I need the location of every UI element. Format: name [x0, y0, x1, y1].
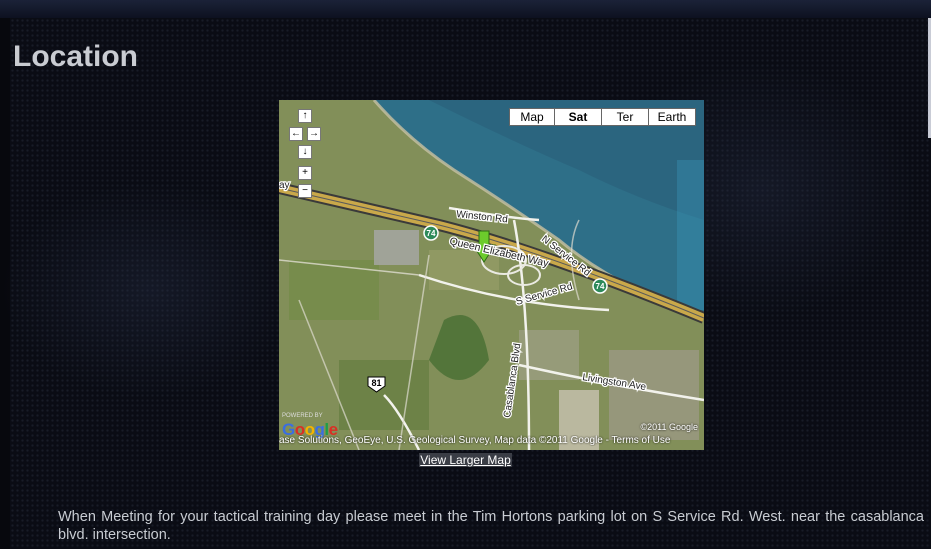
top-banner [0, 0, 931, 18]
pan-up-button[interactable]: ↑ [298, 109, 312, 123]
pan-down-button[interactable]: ↓ [298, 145, 312, 159]
meeting-instructions: When Meeting for your tactical training … [58, 509, 924, 543]
satellite-imagery: Winston Rd Queen Elizabeth Way N Service… [279, 100, 704, 450]
map-copyright: ©2011 Google [640, 422, 698, 432]
embedded-map[interactable]: Winston Rd Queen Elizabeth Way N Service… [279, 100, 704, 450]
background-glow [0, 180, 300, 400]
map-type-ter-button[interactable]: Ter [601, 108, 649, 126]
highway-shield-81: 81 [371, 378, 381, 388]
road-label-edge: ay [279, 180, 290, 191]
pan-left-button[interactable]: ← [289, 127, 303, 141]
view-larger-map-container: View Larger Map [0, 451, 931, 469]
zoom-in-button[interactable]: + [298, 166, 312, 180]
view-larger-map-link[interactable]: View Larger Map [419, 453, 512, 467]
map-type-selector: Map Sat Ter Earth [509, 108, 696, 126]
map-type-sat-button[interactable]: Sat [554, 108, 602, 126]
powered-by-label: POWERED BY [282, 413, 323, 419]
highway-shield-74: 74 [427, 229, 436, 238]
page-title: Location [13, 40, 138, 73]
map-attribution: ase Solutions, GeoEye, U.S. Geological S… [279, 435, 671, 446]
highway-shield-74: 74 [596, 282, 605, 291]
map-type-earth-button[interactable]: Earth [648, 108, 696, 126]
map-type-map-button[interactable]: Map [509, 108, 555, 126]
zoom-out-button[interactable]: − [298, 184, 312, 198]
pan-right-button[interactable]: → [307, 127, 321, 141]
